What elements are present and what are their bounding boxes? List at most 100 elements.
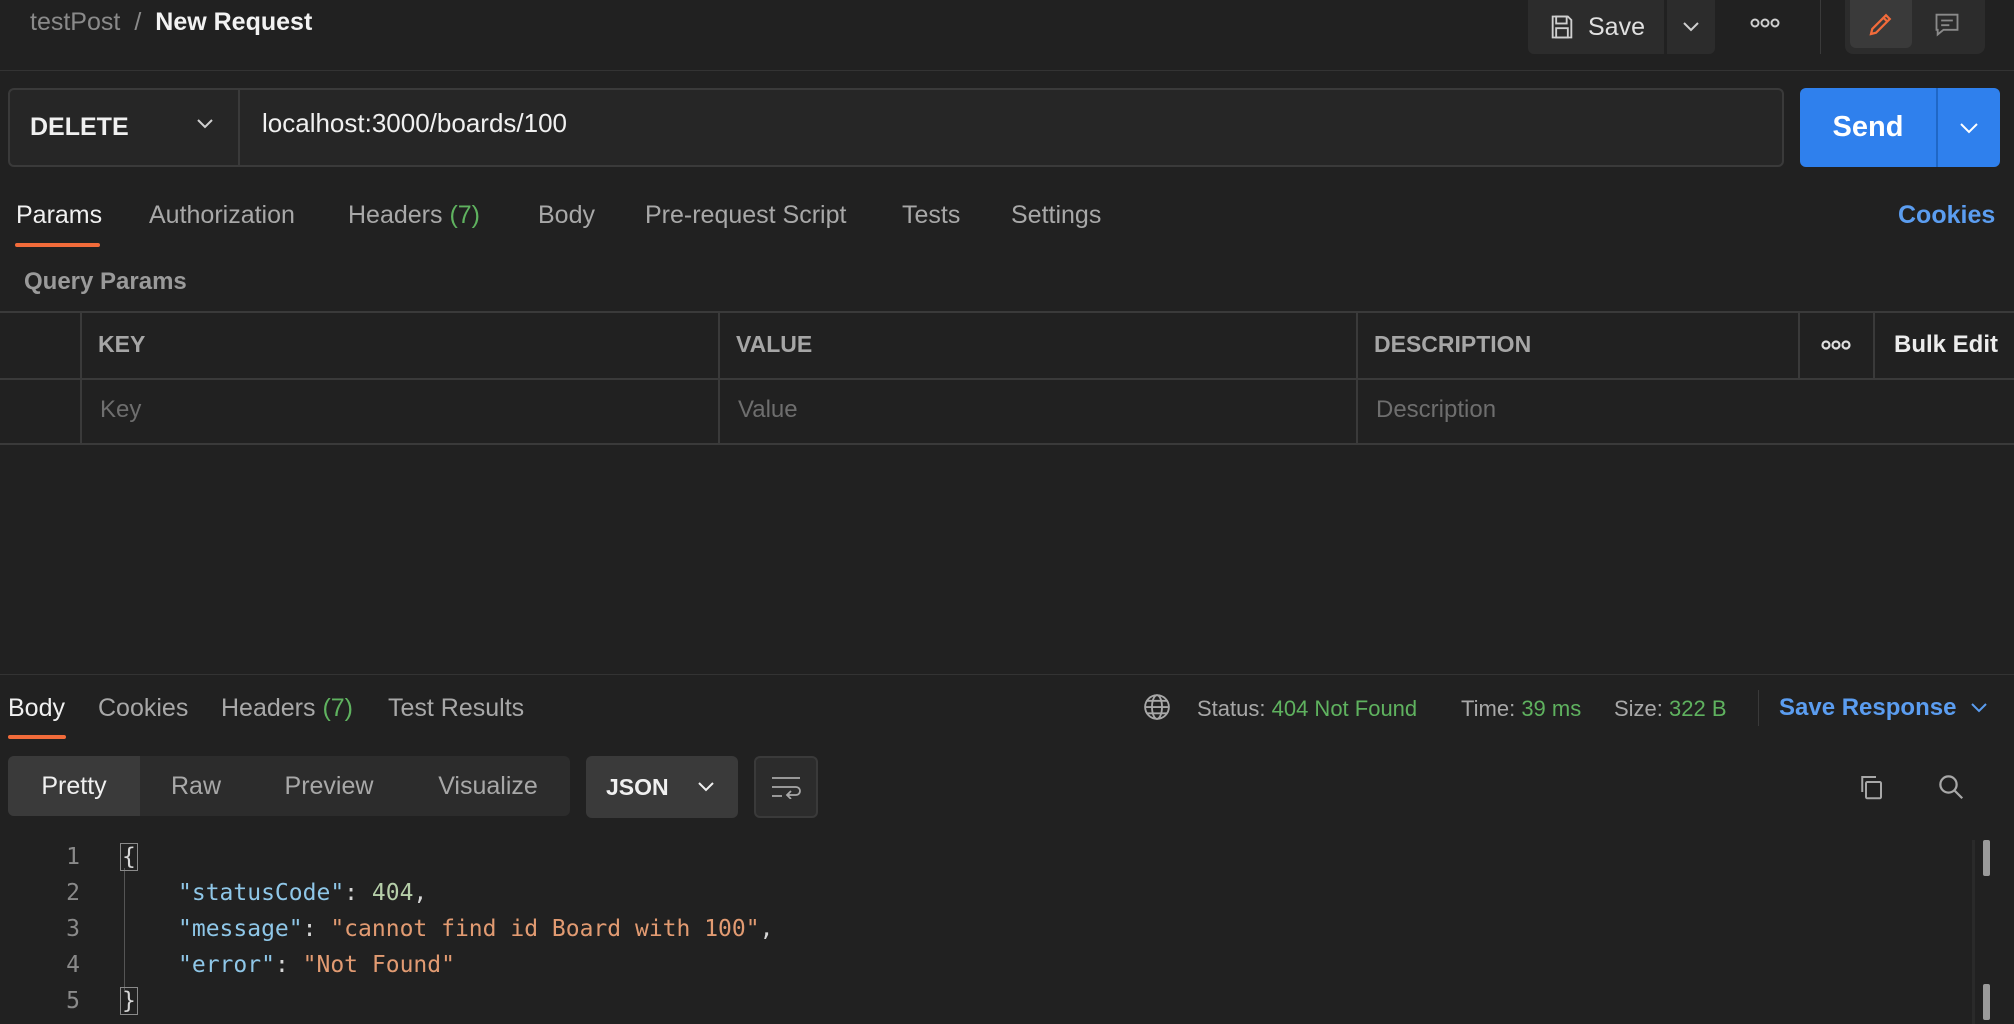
code-scrollbar[interactable] (1972, 840, 1975, 1024)
line-number: 5 (66, 988, 80, 1014)
json-string: "Not Found" (302, 952, 455, 978)
search-icon[interactable] (1936, 772, 1966, 802)
method-label: DELETE (30, 113, 129, 141)
param-key-input[interactable]: Key (100, 396, 141, 424)
send-options-button[interactable] (1936, 88, 2000, 167)
comment-icon (1933, 10, 1961, 38)
code-line-5[interactable]: } (120, 987, 138, 1015)
wrap-text-icon (770, 775, 802, 799)
query-params-title: Query Params (24, 268, 187, 295)
response-tab-test-results[interactable]: Test Results (388, 694, 524, 723)
tab-headers-label: Headers (348, 201, 443, 229)
line-number: 2 (66, 880, 80, 906)
response-size[interactable]: Size: 322 B (1614, 696, 1727, 722)
json-number: 404 (371, 880, 414, 906)
size-value: 322 B (1669, 696, 1727, 721)
table-col-border (718, 311, 720, 445)
tab-headers-count: (7) (449, 201, 481, 229)
response-divider[interactable] (0, 674, 2014, 675)
chevron-down-icon (697, 781, 715, 793)
view-visualize[interactable]: Visualize (406, 756, 570, 816)
breadcrumb-separator: / (134, 8, 142, 36)
response-tab-cookies[interactable]: Cookies (98, 694, 188, 723)
json-key: "error" (178, 952, 275, 978)
view-preview[interactable]: Preview (252, 756, 406, 816)
chevron-down-icon (1682, 21, 1700, 33)
bulk-edit-button[interactable]: Bulk Edit (1894, 331, 1998, 359)
save-icon (1548, 13, 1576, 41)
header-divider-line (0, 70, 2014, 71)
pencil-icon (1866, 9, 1896, 39)
save-label: Save (1588, 12, 1645, 41)
code-line-3[interactable]: "message": "cannot find id Board with 10… (178, 916, 773, 942)
active-tab-indicator (8, 735, 66, 739)
chevron-down-icon (1959, 122, 1979, 134)
column-header-description: DESCRIPTION (1374, 331, 1532, 357)
open-brace: { (120, 843, 138, 871)
column-header-key: KEY (98, 331, 146, 357)
ellipsis-icon (1750, 18, 1780, 28)
table-col-border (80, 311, 82, 445)
chevron-down-icon (1970, 702, 1988, 714)
table-col-border (1356, 311, 1358, 445)
save-response-button[interactable]: Save Response (1779, 694, 1988, 722)
param-description-input[interactable]: Description (1376, 396, 1496, 424)
comments-button[interactable] (1916, 0, 1978, 48)
response-tab-headers[interactable]: Headers (7) (221, 694, 353, 723)
close-brace: } (120, 987, 138, 1015)
request-title[interactable]: New Request (155, 8, 312, 37)
breadcrumb-collection[interactable]: testPost (30, 8, 120, 37)
format-label: JSON (606, 773, 669, 800)
tab-pre-request-script[interactable]: Pre-request Script (645, 201, 846, 230)
table-options-button[interactable] (1812, 330, 1860, 360)
cookies-link[interactable]: Cookies (1898, 201, 1995, 230)
line-number: 1 (66, 844, 80, 870)
code-line-4[interactable]: "error": "Not Found" (178, 952, 455, 978)
wrap-lines-button[interactable] (754, 756, 818, 818)
line-number: 3 (66, 916, 80, 942)
tab-params[interactable]: Params (16, 201, 102, 230)
scroll-marker[interactable] (1983, 840, 1990, 876)
response-status[interactable]: Status: 404 Not Found (1197, 696, 1417, 722)
scroll-marker[interactable] (1983, 984, 1990, 1020)
table-top-border (0, 311, 2014, 313)
chevron-down-icon (196, 118, 214, 130)
send-button[interactable]: Send (1800, 88, 1936, 167)
response-time[interactable]: Time: 39 ms (1461, 696, 1581, 722)
indent-guide (124, 868, 125, 990)
tab-body[interactable]: Body (538, 201, 595, 230)
json-key: "statusCode" (178, 880, 345, 906)
tab-tests[interactable]: Tests (902, 201, 960, 230)
json-string: "cannot find id Board with 100" (330, 916, 760, 942)
response-tab-headers-label: Headers (221, 694, 316, 722)
tab-settings[interactable]: Settings (1011, 201, 1101, 230)
table-col-border (1798, 311, 1800, 379)
json-key: "message" (178, 916, 303, 942)
code-line-1[interactable]: { (120, 843, 138, 871)
tab-authorization[interactable]: Authorization (149, 201, 295, 230)
code-line-2[interactable]: "statusCode": 404, (178, 880, 427, 906)
header-divider (1820, 0, 1821, 54)
more-options-button[interactable] (1740, 0, 1790, 46)
url-input[interactable]: localhost:3000/boards/100 (262, 108, 567, 139)
status-value: 404 Not Found (1271, 696, 1418, 721)
copy-icon[interactable] (1856, 772, 1886, 802)
tab-headers[interactable]: Headers (7) (348, 201, 480, 230)
size-label: Size: (1614, 696, 1663, 721)
view-pretty[interactable]: Pretty (8, 756, 140, 816)
view-raw[interactable]: Raw (140, 756, 252, 816)
save-button[interactable]: Save (1528, 0, 1664, 54)
active-tab-indicator (15, 243, 100, 247)
table-row-border (0, 378, 2014, 380)
line-number: 4 (66, 952, 80, 978)
format-select[interactable]: JSON (586, 756, 738, 818)
param-value-input[interactable]: Value (738, 396, 798, 424)
save-options-button[interactable] (1667, 0, 1715, 54)
time-label: Time: (1461, 696, 1516, 721)
ellipsis-icon (1821, 340, 1851, 350)
edit-mode-button[interactable] (1850, 0, 1912, 48)
response-tab-body[interactable]: Body (8, 694, 65, 723)
table-bottom-border (0, 443, 2014, 445)
status-label: Status: (1197, 696, 1266, 721)
globe-icon[interactable] (1142, 692, 1172, 722)
